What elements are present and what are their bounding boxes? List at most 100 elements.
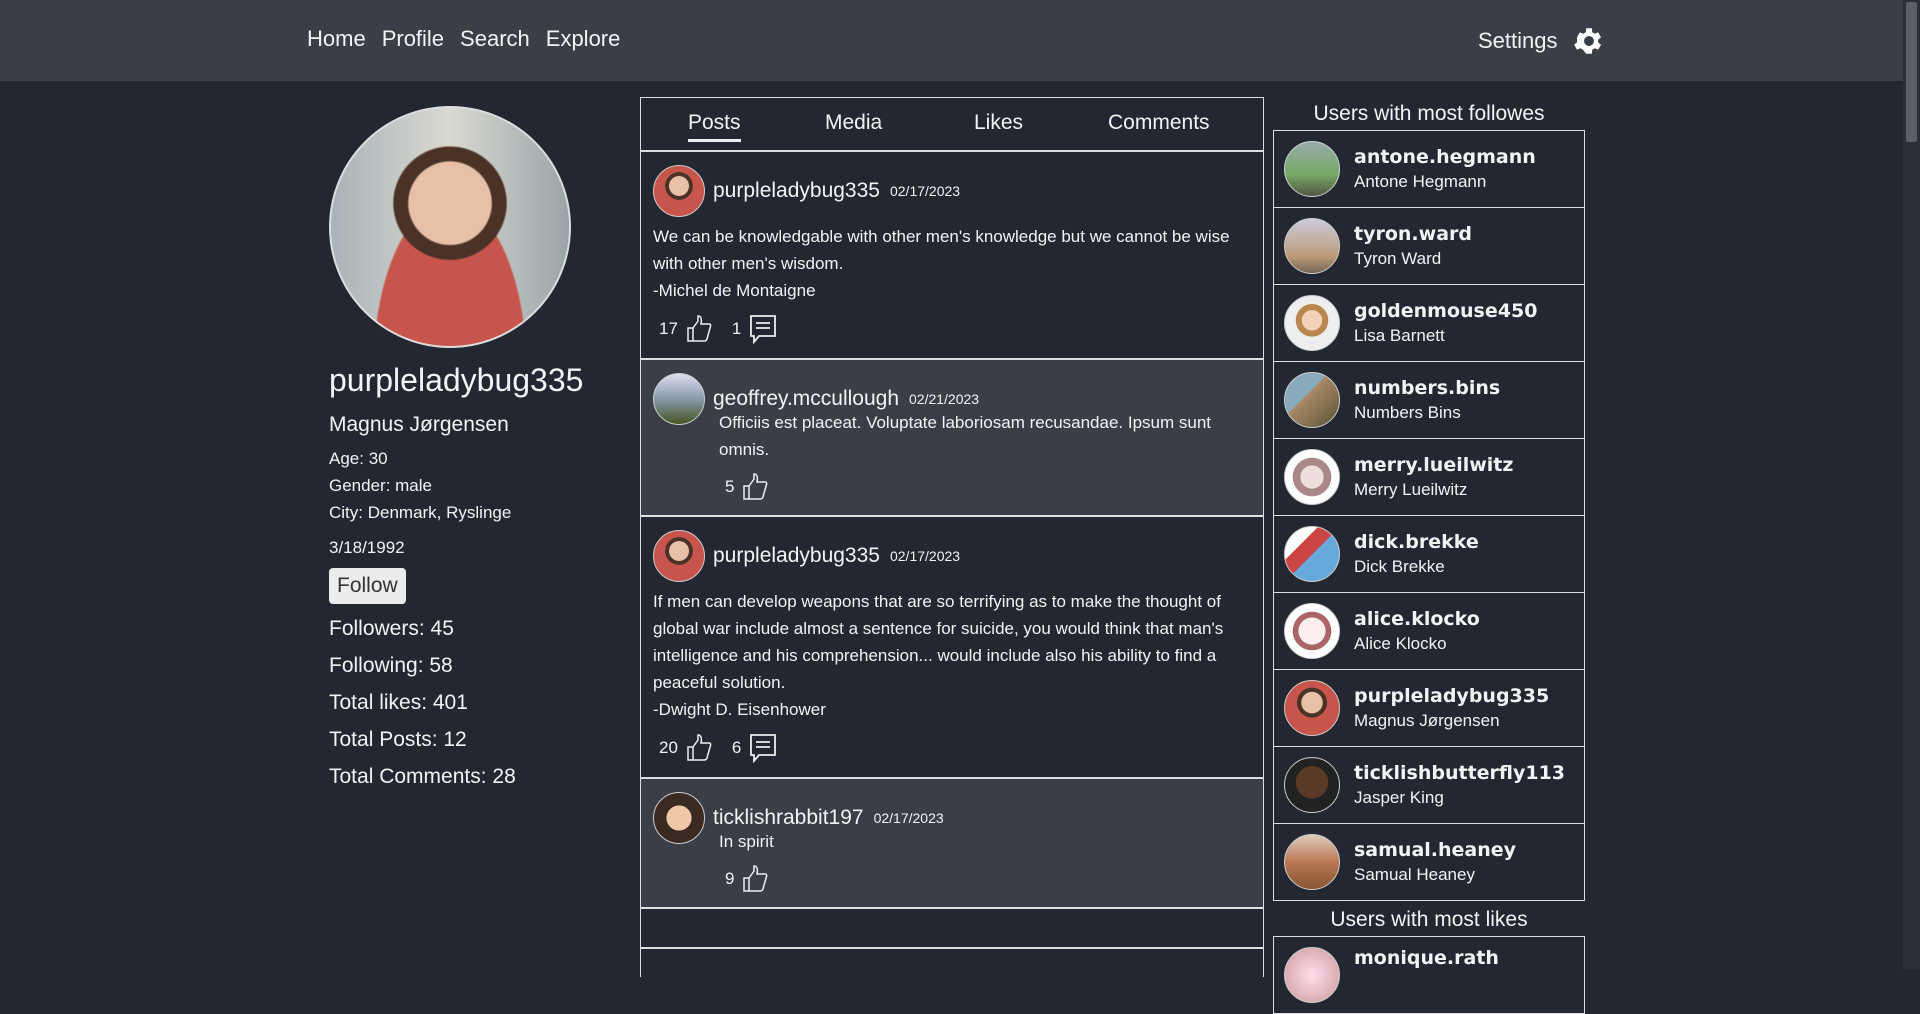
user-avatar — [1284, 834, 1340, 890]
post-username[interactable]: ticklishrabbit197 — [713, 806, 864, 830]
comment-icon[interactable] — [749, 314, 777, 344]
top-follower-item[interactable]: tyron.ward Tyron Ward — [1273, 207, 1585, 285]
top-follower-item[interactable]: purpleladybug335 Magnus Jørgensen — [1273, 669, 1585, 747]
thumbs-up-icon[interactable] — [742, 865, 768, 893]
nav-home[interactable]: Home — [307, 26, 366, 52]
tab-posts[interactable]: Posts — [688, 111, 741, 142]
post-text: Officiis est placeat. Voluptate laborios… — [719, 413, 1212, 459]
total-likes: Total likes: 401 — [329, 691, 468, 714]
most-likes-title: Users with most likes — [1330, 908, 1528, 931]
tab-media[interactable]: Media — [825, 111, 882, 139]
thumbs-up-icon[interactable] — [742, 473, 768, 501]
post-date: 02/17/2023 — [889, 548, 961, 564]
feed-panel: Posts Media Likes Comments purpleladybug… — [640, 97, 1264, 977]
top-follower-item[interactable]: samual.heaney Samual Heaney — [1273, 823, 1585, 901]
post — [641, 909, 1263, 949]
profile-age: Age: 30 — [329, 449, 388, 468]
tab-bar: Posts Media Likes Comments — [641, 98, 1263, 152]
top-follower-item[interactable]: numbers.bins Numbers Bins — [1273, 361, 1585, 439]
profile-name: Magnus Jørgensen — [329, 413, 509, 436]
profile-username: purpleladybug335 — [329, 362, 584, 398]
profile-panel: purpleladybug335 Magnus Jørgensen Age: 3… — [329, 106, 629, 789]
comment-icon[interactable] — [749, 733, 777, 763]
user-handle: samual.heaney — [1354, 839, 1517, 861]
profile-gender: Gender: male — [329, 476, 432, 495]
post-username[interactable]: geoffrey.mccullough — [713, 387, 899, 411]
most-followers-title: Users with most followes — [1313, 102, 1545, 125]
scrollbar[interactable] — [1903, 0, 1920, 969]
post-text: -Dwight D. Eisenhower — [653, 700, 826, 719]
total-posts: Total Posts: 12 — [329, 728, 467, 751]
user-name: Magnus Jørgensen — [1354, 711, 1500, 730]
tab-comments[interactable]: Comments — [1108, 111, 1210, 139]
user-avatar — [1284, 218, 1340, 274]
settings-label: Settings — [1478, 28, 1558, 53]
profile-city: City: Denmark, Ryslinge — [329, 503, 512, 522]
like-count: 20 — [659, 738, 678, 757]
user-name: Samual Heaney — [1354, 865, 1475, 884]
post-date: 02/17/2023 — [873, 810, 944, 826]
thumbs-up-icon[interactable] — [686, 315, 712, 343]
top-follower-item[interactable]: goldenmouse450 Lisa Barnett — [1273, 284, 1585, 362]
user-avatar — [1284, 372, 1340, 428]
thumbs-up-icon[interactable] — [686, 734, 712, 762]
user-avatar — [1284, 449, 1340, 505]
top-follower-item[interactable]: ticklishbutterfly113 Jasper King — [1273, 746, 1585, 824]
profile-avatar — [329, 106, 571, 348]
top-liked-item[interactable]: monique.rath — [1273, 936, 1585, 1014]
post: purpleladybug335 02/17/2023 If men can dev… — [641, 517, 1263, 779]
post-date: 02/21/2023 — [909, 391, 980, 407]
post-date: 02/17/2023 — [889, 183, 961, 199]
navbar: Home Profile Search Explore Settings — [0, 0, 1903, 81]
user-avatar — [1284, 603, 1340, 659]
top-follower-item[interactable]: antone.hegmann Antone Hegmann — [1273, 130, 1585, 208]
user-name: Alice Klocko — [1354, 634, 1447, 653]
like-count: 17 — [659, 319, 678, 338]
post-username[interactable]: purpleladybug335 — [713, 544, 880, 568]
user-avatar — [1284, 526, 1340, 582]
user-name: Merry Lueilwitz — [1354, 480, 1468, 499]
user-handle: merry.lueilwitz — [1354, 454, 1514, 476]
user-name: Tyron Ward — [1354, 249, 1442, 268]
user-handle: dick.brekke — [1354, 531, 1479, 553]
comment-count: 6 — [731, 738, 742, 757]
nav-search[interactable]: Search — [460, 26, 530, 52]
top-follower-item[interactable]: merry.lueilwitz Merry Lueilwitz — [1273, 438, 1585, 516]
nav-explore[interactable]: Explore — [546, 26, 621, 52]
user-name: Antone Hegmann — [1354, 172, 1487, 191]
follow-button[interactable]: Follow — [329, 568, 406, 604]
post-username[interactable]: purpleladybug335 — [713, 179, 880, 203]
user-avatar — [1284, 680, 1340, 736]
user-avatar — [1284, 757, 1340, 813]
user-name: Numbers Bins — [1354, 403, 1461, 422]
like-count: 5 — [725, 477, 735, 496]
user-name: Dick Brekke — [1354, 557, 1445, 576]
post-avatar[interactable] — [653, 165, 705, 217]
user-handle: monique.rath — [1354, 947, 1499, 969]
post-avatar[interactable] — [653, 373, 705, 425]
user-name: Jasper King — [1354, 788, 1444, 807]
followers-count: Followers: 45 — [329, 617, 454, 640]
following-count: Following: 58 — [329, 654, 453, 677]
user-handle: tyron.ward — [1354, 223, 1472, 245]
post-avatar[interactable] — [653, 530, 705, 582]
user-avatar — [1284, 141, 1340, 197]
post: purpleladybug335 02/17/2023 We can be know… — [641, 152, 1263, 360]
user-avatar — [1284, 947, 1340, 1003]
top-follower-item[interactable]: dick.brekke Dick Brekke — [1273, 515, 1585, 593]
post: geoffrey.mccullough 02/21/2023 Officiis es… — [641, 360, 1263, 517]
post-avatar[interactable] — [653, 792, 705, 844]
post: ticklishrabbit197 02/17/2023 In spirit 9 — [641, 779, 1263, 909]
settings-button[interactable]: Settings — [1478, 24, 1606, 58]
tab-likes[interactable]: Likes — [974, 111, 1023, 139]
user-name: Lisa Barnett — [1354, 326, 1445, 345]
nav-profile[interactable]: Profile — [382, 26, 444, 52]
post-text: -Michel de Montaigne — [653, 281, 816, 300]
user-handle: purpleladybug335 — [1354, 685, 1550, 707]
top-follower-item[interactable]: alice.klocko Alice Klocko — [1273, 592, 1585, 670]
post-text: In spirit — [719, 832, 774, 851]
scrollbar-thumb[interactable] — [1906, 2, 1917, 142]
user-handle: goldenmouse450 — [1354, 300, 1538, 322]
user-avatar — [1284, 295, 1340, 351]
user-handle: alice.klocko — [1354, 608, 1480, 630]
